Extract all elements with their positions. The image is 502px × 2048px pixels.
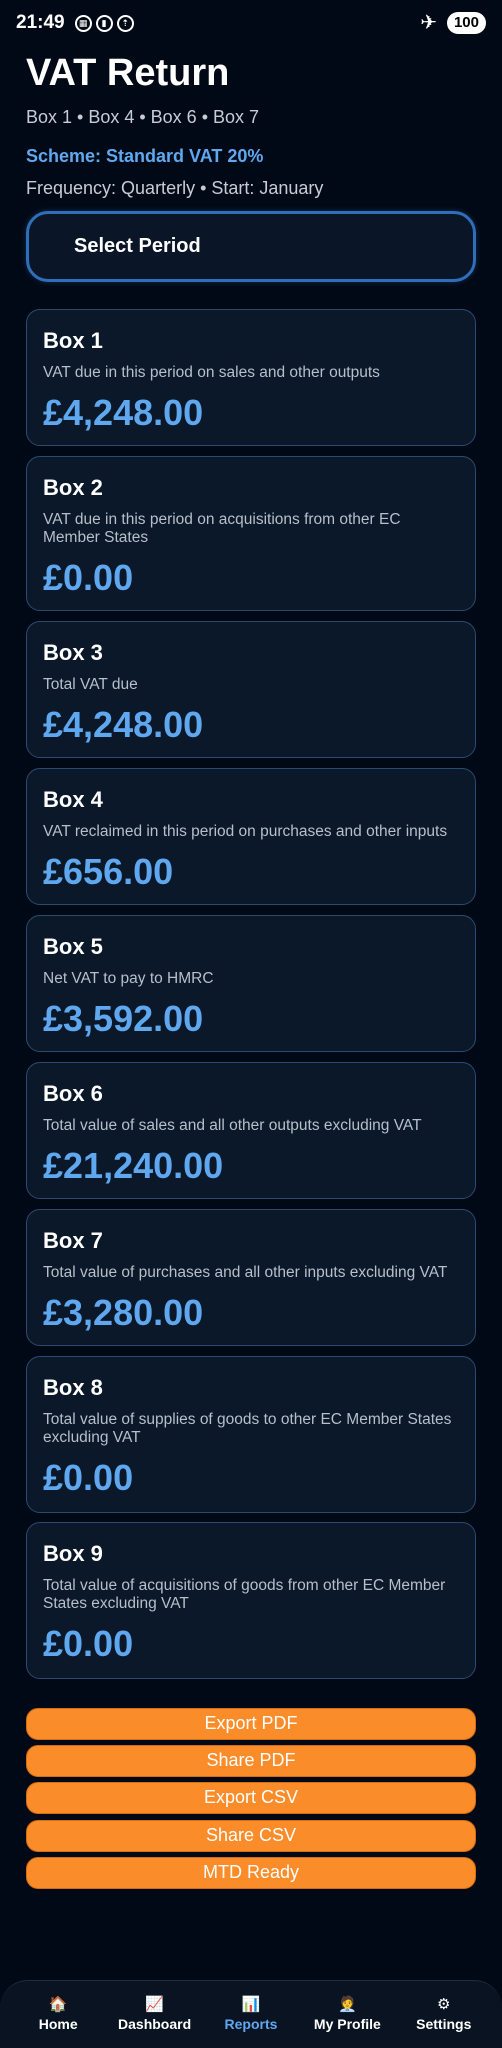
nav-label: Dashboard [118, 2016, 192, 2032]
box-title: Box 8 [43, 1375, 103, 1400]
box-value: £21,240.00 [43, 1145, 224, 1186]
upload-icon: ⇡ [116, 14, 134, 32]
battery-indicator: 100 [446, 12, 486, 34]
box-description: Net VAT to pay to HMRC [43, 970, 214, 987]
airplane-icon: ✈ [420, 12, 437, 34]
sim-icon: ▮ [95, 14, 113, 32]
box-value: £656.00 [43, 851, 174, 892]
status-left: 21:49 ▦ ▮ ⇡ [16, 12, 134, 34]
box-card-3: Box 3 Total VAT due £4,248.00 [26, 621, 476, 758]
filing-frequency: Frequency: Quarterly • Start: January [26, 178, 324, 198]
box-value: £3,280.00 [43, 1292, 204, 1333]
nav-item-home[interactable]: 🏠 Home [13, 1996, 103, 2033]
status-right: ✈ 100 [420, 12, 486, 34]
box-title: Box 9 [43, 1541, 103, 1566]
box-value: £0.00 [43, 1457, 134, 1498]
box-value: £4,248.00 [43, 704, 204, 745]
bottom-nav: 🏠 Home 📈 Dashboard 📊 Reports 🧑‍💼 My Prof… [0, 1980, 502, 2048]
nav-item-my-profile[interactable]: 🧑‍💼 My Profile [302, 1996, 392, 2033]
share-csv-button[interactable]: Share CSV [26, 1820, 476, 1852]
nav-item-reports[interactable]: 📊 Reports [206, 1996, 296, 2033]
box-description: VAT due in this period on acquisitions f… [43, 511, 401, 546]
select-period-button[interactable]: Select Period [26, 211, 476, 282]
box-title: Box 2 [43, 475, 103, 500]
notification-icons: ▦ ▮ ⇡ [74, 14, 134, 32]
export-pdf-button[interactable]: Export PDF [26, 1708, 476, 1740]
box-description: VAT due in this period on sales and othe… [43, 364, 380, 381]
home-icon: 🏠 [48, 1996, 68, 2013]
page-header: VAT Return Box 1 • Box 4 • Box 6 • Box 7… [26, 50, 476, 199]
vat-scheme: Scheme: Standard VAT 20% [26, 146, 264, 166]
gear-icon: ⚙ [437, 1996, 451, 2013]
box-title: Box 3 [43, 640, 103, 665]
export-csv-button[interactable]: Export CSV [26, 1782, 476, 1814]
nav-label: My Profile [313, 2016, 381, 2032]
page-title: VAT Return [26, 52, 230, 94]
nav-label: Settings [416, 2016, 472, 2032]
chart-up-icon: 📈 [145, 1996, 164, 2013]
status-time: 21:49 [16, 12, 65, 33]
nav-label: Home [38, 2016, 78, 2032]
box-card-5: Box 5 Net VAT to pay to HMRC £3,592.00 [26, 915, 476, 1052]
box-title: Box 7 [43, 1228, 103, 1253]
box-value: £3,592.00 [43, 998, 204, 1039]
box-card-1: Box 1 VAT due in this period on sales an… [26, 309, 476, 446]
box-value: £0.00 [43, 557, 134, 598]
box-description: Total value of sales and all other outpu… [43, 1117, 422, 1134]
box-description: Total value of supplies of goods to othe… [43, 1411, 452, 1446]
box-description: Total VAT due [43, 676, 138, 693]
share-pdf-button[interactable]: Share PDF [26, 1745, 476, 1777]
box-card-9: Box 9 Total value of acquisitions of goo… [26, 1522, 476, 1679]
calendar-icon: ▦ [74, 14, 92, 32]
profile-icon: 🧑‍💼 [338, 1996, 357, 2013]
box-title: Box 6 [43, 1081, 103, 1106]
nav-label: Reports [224, 2016, 278, 2032]
box-title: Box 5 [43, 934, 103, 959]
box-card-2: Box 2 VAT due in this period on acquisit… [26, 456, 476, 611]
box-card-4: Box 4 VAT reclaimed in this period on pu… [26, 768, 476, 905]
mtd-ready-button[interactable]: MTD Ready [26, 1857, 476, 1889]
box-value: £4,248.00 [43, 392, 204, 433]
box-title: Box 4 [43, 787, 103, 812]
box-value: £0.00 [43, 1623, 134, 1664]
box-description: Total value of acquisitions of goods fro… [43, 1577, 446, 1612]
box-card-7: Box 7 Total value of purchases and all o… [26, 1209, 476, 1346]
status-bar: 21:49 ▦ ▮ ⇡ ✈ 100 [0, 0, 502, 46]
box-card-8: Box 8 Total value of supplies of goods t… [26, 1356, 476, 1513]
box-card-6: Box 6 Total value of sales and all other… [26, 1062, 476, 1199]
box-description: Total value of purchases and all other i… [43, 1264, 448, 1281]
box-title: Box 1 [43, 328, 103, 353]
bar-chart-icon: 📊 [241, 1996, 261, 2013]
page-subtitle: Box 1 • Box 4 • Box 6 • Box 7 [26, 107, 260, 127]
nav-item-settings[interactable]: ⚙ Settings [399, 1996, 489, 2033]
nav-item-dashboard[interactable]: 📈 Dashboard [110, 1996, 200, 2033]
box-description: VAT reclaimed in this period on purchase… [43, 823, 448, 840]
